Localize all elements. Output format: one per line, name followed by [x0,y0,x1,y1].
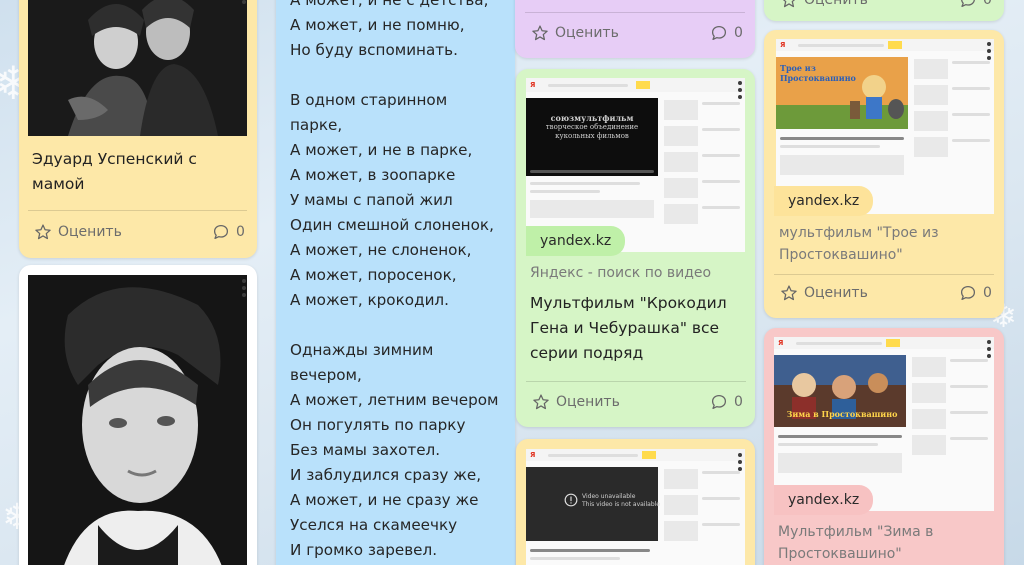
poem-line: И громко заревел. [290,541,438,559]
poem-text: А может, и не с детства, А может, и не по… [290,0,498,563]
poem-line: парке, [290,116,343,134]
card-divider [28,210,247,211]
poem-line [290,63,498,88]
poem-line: А может, в зоопарке [290,166,456,184]
thumb-studio-name: союзмультфильм [550,113,634,123]
card-subtitle: Яндекс - поиск по видео [530,265,712,281]
poem-line: А может, крокодил. [290,291,449,309]
poem-line: Однажды зимним [290,341,434,359]
comments-count: 0 [983,285,992,301]
poem-line: И заблудился сразу же, [290,466,482,484]
source-link[interactable]: yandex.kz [774,485,874,515]
thumb-unavailable-title: Video unavailable [582,493,636,500]
poem-line: А может, летним вечером [290,391,499,409]
poem-line: А может, не слоненок, [290,241,472,259]
card-divider [774,274,994,275]
poem-line: В одном старинном [290,91,448,109]
card-caption: мультфильм "Трое из Простоквашино" [779,225,939,263]
card-divider [526,381,746,382]
poem-line: А может, и не помню, [290,16,465,34]
thumb-title: Трое из Простоквашино [780,63,856,83]
card-caption: Мультфильм "Зима в Простоквашино" [778,524,934,562]
card-troe[interactable]: Я Трое из Простоквашино yandex.kz мультф… [764,30,1004,318]
card-gena[interactable]: Я союзмультфильм творческое объединение … [516,69,755,427]
photo-portrait [28,275,247,565]
rate-button[interactable]: Оценить [780,0,868,9]
card-green-top[interactable]: Оценить 0 [764,0,1004,21]
comment-icon [960,285,976,301]
rate-label: Оценить [58,224,122,240]
star-icon [782,0,796,8]
comments-count: 0 [983,0,992,8]
poem-line: вечером, [290,366,362,384]
card-caption: Эдуард Успенский с мамой [32,150,197,193]
thumb-unavailable-sub: This video is not available [582,501,660,508]
rate-label: Оценить [556,394,620,410]
star-icon [532,25,548,41]
kebab-menu-icon[interactable] [241,279,247,297]
card-zima[interactable]: Я Зима в Простоквашино yandex.kz Мультфи… [764,328,1004,565]
comments-button[interactable]: 0 [212,223,245,241]
thumb-title: Зима в Простоквашино [786,409,898,419]
rate-label: Оценить [804,0,868,8]
alert-icon [564,493,578,507]
star-icon [35,224,51,240]
comments-count: 0 [236,224,245,240]
source-link[interactable]: yandex.kz [774,186,874,216]
screenshot-unavailable: Я Video unavailable This video is not av… [526,449,745,565]
rate-label: Оценить [804,285,868,301]
comments-button[interactable]: 0 [959,284,992,302]
kebab-menu-icon[interactable] [737,453,743,471]
source-link[interactable]: yandex.kz [526,226,626,256]
card-purple-top[interactable]: Оценить 0 [515,0,755,58]
card-portrait[interactable] [19,265,257,565]
poem-line: Он погулять по парку [290,416,466,434]
rate-button[interactable]: Оценить [531,24,619,42]
rate-button[interactable]: Оценить [34,223,122,241]
card-uspensky-mom[interactable]: Эдуард Успенский с мамой Оценить 0 [19,0,257,258]
kebab-menu-icon[interactable] [241,0,247,4]
comment-icon [961,0,975,8]
comment-icon [213,224,229,240]
comment-icon [711,25,727,41]
poem-line: А может, и не с детства, [290,0,489,9]
thumb-studio-sub: творческое объединение кукольных фильмов [545,123,639,140]
rate-button[interactable]: Оценить [532,393,620,411]
card-unavailable[interactable]: Я Video unavailable This video is not av… [516,439,755,565]
poem-line: У мамы с папой жил [290,191,453,209]
comments-count: 0 [734,394,743,410]
star-icon [781,285,797,301]
poem-line [290,313,498,338]
poem-line: Один смешной слоненок, [290,216,494,234]
comments-count: 0 [734,25,743,41]
comment-icon [711,394,727,410]
star-icon [533,394,549,410]
kebab-menu-icon[interactable] [737,81,743,99]
kebab-menu-icon[interactable] [986,42,992,60]
poem-line: Уселся на скамеечку [290,516,458,534]
rate-label: Оценить [555,25,619,41]
poem-line: А может, поросенок, [290,266,457,284]
poem-line: А может, и не сразу же [290,491,479,509]
poem-line: А может, и не в парке, [290,141,473,159]
comments-button[interactable]: 0 [710,393,743,411]
photo-uspensky-mom [28,0,247,136]
comments-button[interactable]: 0 [959,0,992,9]
comments-button[interactable]: 0 [710,24,743,42]
card-divider [525,12,745,13]
rate-button[interactable]: Оценить [780,284,868,302]
kebab-menu-icon[interactable] [986,340,992,358]
poem-line: Но буду вспоминать. [290,41,458,59]
poem-line: Без мамы захотел. [290,441,441,459]
card-caption: Мультфильм "Крокодил Гена и Чебурашка" в… [530,294,727,362]
